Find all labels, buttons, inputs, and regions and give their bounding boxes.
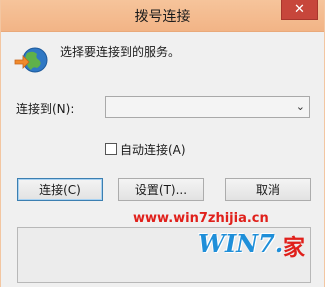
watermark-logo: WIN7. 家 [198,223,310,269]
auto-connect-checkbox[interactable] [105,143,117,155]
close-button[interactable]: ✕ [281,0,318,20]
window-title: 拨号连接 [134,9,191,25]
service-prompt: 选择要连接到的服务。 [60,45,181,59]
watermark-brand-home: 家 [283,236,306,261]
auto-connect-label[interactable]: 自动连接(A) [120,141,186,158]
title-bar[interactable]: 拨号连接 ✕ [1,0,324,32]
chevron-down-icon: ⌄ [295,100,305,113]
watermark-brand-text: WIN7. [198,229,284,258]
connect-to-select[interactable]: ⌄ [105,96,310,118]
cancel-button[interactable]: 取消 [225,178,311,201]
connect-button[interactable]: 连接(C) [17,178,103,201]
connect-to-label: 连接到(N): [16,102,75,116]
network-globe-icon [14,47,48,73]
dial-up-connection-dialog: 拨号连接 ✕ 选择要连接到的服务。 连接到(N): ⌄ 自动连接(A) 连接(C… [0,0,325,287]
settings-button[interactable]: 设置(T)... [118,178,204,201]
close-icon: ✕ [294,2,305,17]
